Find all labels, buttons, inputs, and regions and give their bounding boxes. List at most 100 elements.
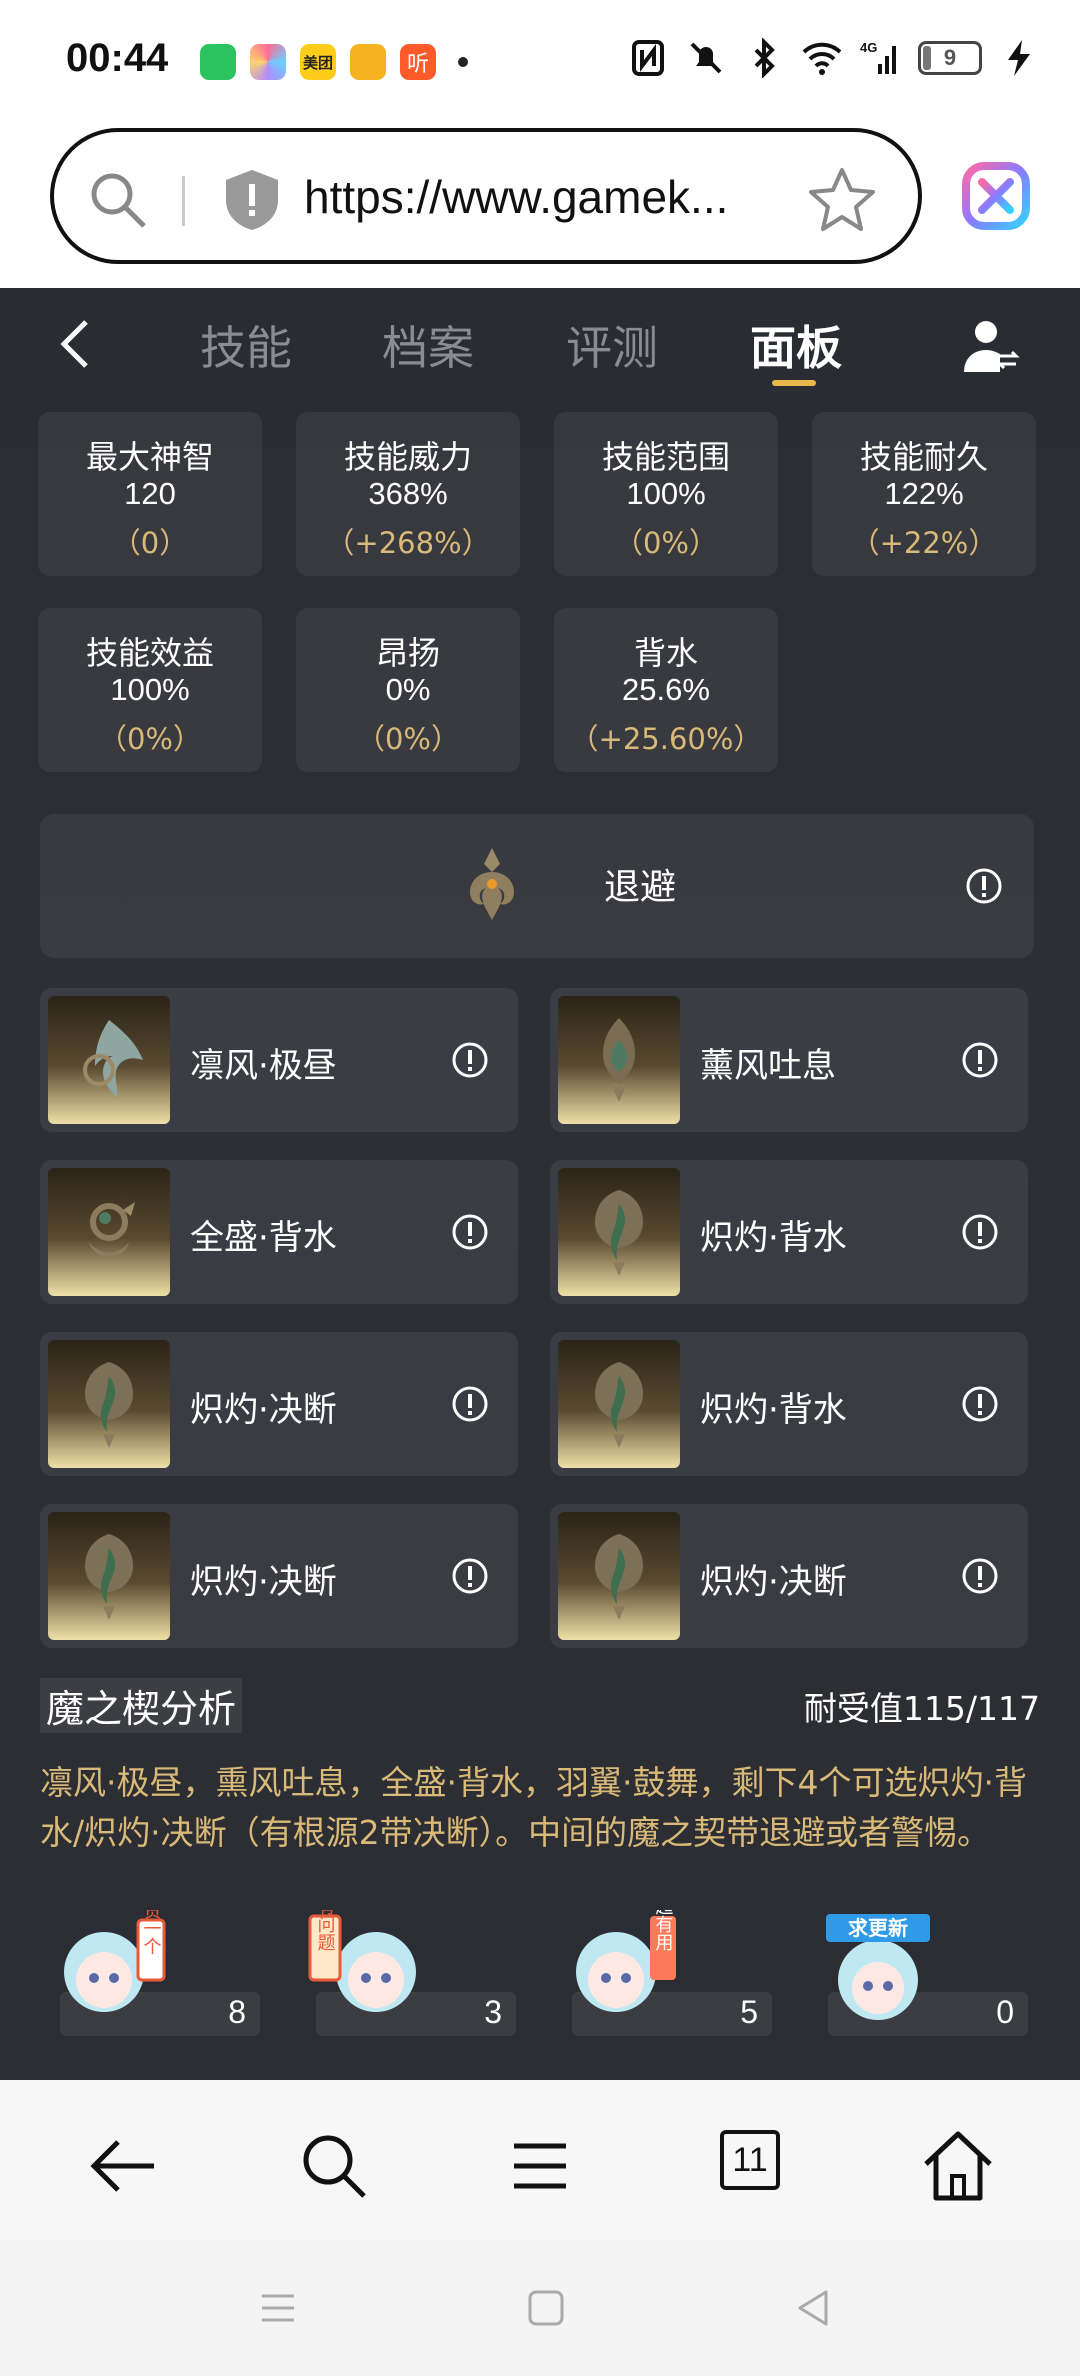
mod-slot[interactable]: 炽灼·决断: [40, 1504, 518, 1648]
breath-mod-icon: [603, 1018, 635, 1102]
svg-text:赞一个: 赞一个: [141, 1910, 162, 1955]
listen-app-icon: 听: [400, 44, 436, 80]
mod-slot[interactable]: 炽灼·决断: [550, 1504, 1028, 1648]
stat-value: 120: [124, 476, 176, 511]
stat-value: 122%: [884, 476, 964, 511]
info-icon[interactable]: [960, 1556, 1000, 1596]
stat-skill-power: 技能威力 368% （+268%）: [296, 412, 520, 576]
stat-skill-duration: 技能耐久 122% （+22%）: [812, 412, 1036, 576]
center-mod-name: 退避: [604, 867, 677, 908]
game-panel: 技能 档案 评测 面板 最大神智 120 （0） 技能威力 368% （+268…: [0, 288, 1080, 2080]
stat-desperation: 背水 25.6% （+25.60%）: [554, 608, 778, 772]
back-icon[interactable]: [84, 2126, 164, 2206]
info-icon[interactable]: [960, 1384, 1000, 1424]
status-bar: 00:44 美团 听 4G 9: [0, 0, 1080, 120]
reaction-question[interactable]: 有问题 3: [296, 1908, 516, 2038]
svg-text:超有用: 超有用: [653, 1910, 674, 1951]
blaze-mod-icon: [595, 1362, 643, 1448]
stat-max-sanity: 最大神智 120 （0）: [38, 412, 262, 576]
mod-name: 炽灼·决断: [190, 1390, 337, 1430]
security-shield-icon[interactable]: [222, 168, 282, 232]
info-icon[interactable]: [450, 1384, 490, 1424]
tab-skills[interactable]: 技能: [200, 312, 292, 378]
mod-name: 炽灼·背水: [700, 1390, 847, 1430]
mod-emblem-icon: [470, 848, 514, 920]
stat-vigor: 昂扬 0% （0%）: [296, 608, 520, 772]
back-arrow-icon[interactable]: [50, 316, 100, 372]
recent-apps-icon[interactable]: [254, 2284, 302, 2332]
mod-thumbnail: [48, 1512, 170, 1640]
tab-review[interactable]: 评测: [566, 312, 658, 378]
browser-bottom-nav: 11: [0, 2080, 1080, 2240]
info-icon[interactable]: [960, 1040, 1000, 1080]
info-icon[interactable]: [450, 1212, 490, 1252]
status-app-icons: 美团 听: [200, 44, 468, 80]
info-icon[interactable]: [450, 1040, 490, 1080]
weibo-icon: [350, 44, 386, 80]
tab-profile[interactable]: 档案: [382, 312, 474, 378]
serpent-mod-icon: [89, 1202, 135, 1257]
info-icon[interactable]: [960, 1212, 1000, 1252]
svg-text:求更新: 求更新: [848, 1916, 908, 1940]
stat-value: 100%: [110, 672, 190, 707]
charging-icon: [1008, 40, 1030, 76]
mod-thumbnail: [558, 996, 680, 1124]
mod-slot[interactable]: 全盛·背水: [40, 1160, 518, 1304]
mod-slot[interactable]: 薰风吐息: [550, 988, 1028, 1132]
home-icon[interactable]: [918, 2126, 998, 2206]
reaction-useful[interactable]: 超有用 5: [552, 1908, 772, 2038]
reaction-update-request[interactable]: 求更新 0: [808, 1908, 1028, 2038]
mod-slot[interactable]: 炽灼·决断: [40, 1332, 518, 1476]
analysis-text: 凛风·极昼，熏风吐息，全盛·背水，羽翼·鼓舞，剩下4个可选炽灼·背水/炽灼·决断…: [40, 1763, 1027, 1852]
mod-slot[interactable]: 炽灼·背水: [550, 1160, 1028, 1304]
back-triangle-icon[interactable]: [790, 2284, 838, 2332]
anime-sticker-icon: 赞一个: [64, 1910, 166, 2012]
tolerance-value: 耐受值115/117: [803, 1689, 1040, 1728]
switch-character-icon[interactable]: [960, 316, 1020, 376]
stat-label: 最大神智: [85, 438, 214, 476]
mod-slot[interactable]: 凛风·极昼: [40, 988, 518, 1132]
svg-text:有问题: 有问题: [315, 1910, 336, 1951]
mod-thumbnail: [48, 1340, 170, 1468]
signal-4g-icon: 4G: [860, 40, 896, 74]
stat-label: 技能范围: [601, 438, 730, 476]
system-navigation-bar: [0, 2240, 1080, 2376]
reaction-count: 5: [740, 1994, 758, 2030]
browser-extension-icon[interactable]: [960, 160, 1032, 232]
stat-label: 技能威力: [343, 438, 472, 476]
search-icon[interactable]: [86, 168, 150, 232]
blaze-mod-icon: [595, 1190, 643, 1276]
info-icon[interactable]: [964, 866, 1004, 906]
anime-sticker-icon: 超有用: [576, 1910, 676, 2012]
center-mod-slot[interactable]: 退避: [40, 814, 1034, 958]
url-text[interactable]: https://www.gamek...: [304, 170, 764, 224]
pinwheel-app-icon: [250, 44, 286, 80]
menu-icon[interactable]: [500, 2126, 580, 2206]
home-button-icon[interactable]: [522, 2284, 570, 2332]
search-icon[interactable]: [294, 2126, 374, 2206]
stat-value: 0%: [385, 672, 431, 707]
url-field[interactable]: https://www.gamek...: [50, 128, 922, 264]
stat-skill-efficiency: 技能效益 100% （0%）: [38, 608, 262, 772]
stat-delta: （+268%）: [325, 526, 491, 560]
wechat-icon: [200, 44, 236, 80]
mod-name: 全盛·背水: [190, 1218, 337, 1258]
stat-label: 背水: [633, 634, 698, 672]
reaction-count: 3: [484, 1994, 502, 2030]
mod-name: 炽灼·决断: [190, 1562, 337, 1602]
tab-panel[interactable]: 面板: [750, 312, 842, 378]
reaction-like[interactable]: 赞一个 8: [40, 1908, 260, 2038]
mod-slot[interactable]: 炽灼·背水: [550, 1332, 1028, 1476]
wing-mod-icon: [83, 1020, 143, 1098]
bookmark-star-icon[interactable]: [806, 164, 878, 236]
tab-switcher-button[interactable]: 11: [720, 2130, 780, 2190]
more-notifications-dot: [458, 57, 468, 67]
url-separator: [182, 176, 185, 226]
info-icon[interactable]: [450, 1556, 490, 1596]
stat-label: 技能效益: [85, 634, 214, 672]
svg-text:4G: 4G: [860, 40, 877, 55]
mod-name: 凛风·极昼: [190, 1046, 337, 1086]
stat-label: 技能耐久: [859, 438, 988, 476]
stat-delta: （0%）: [613, 526, 718, 560]
battery-indicator: 9: [918, 41, 982, 75]
